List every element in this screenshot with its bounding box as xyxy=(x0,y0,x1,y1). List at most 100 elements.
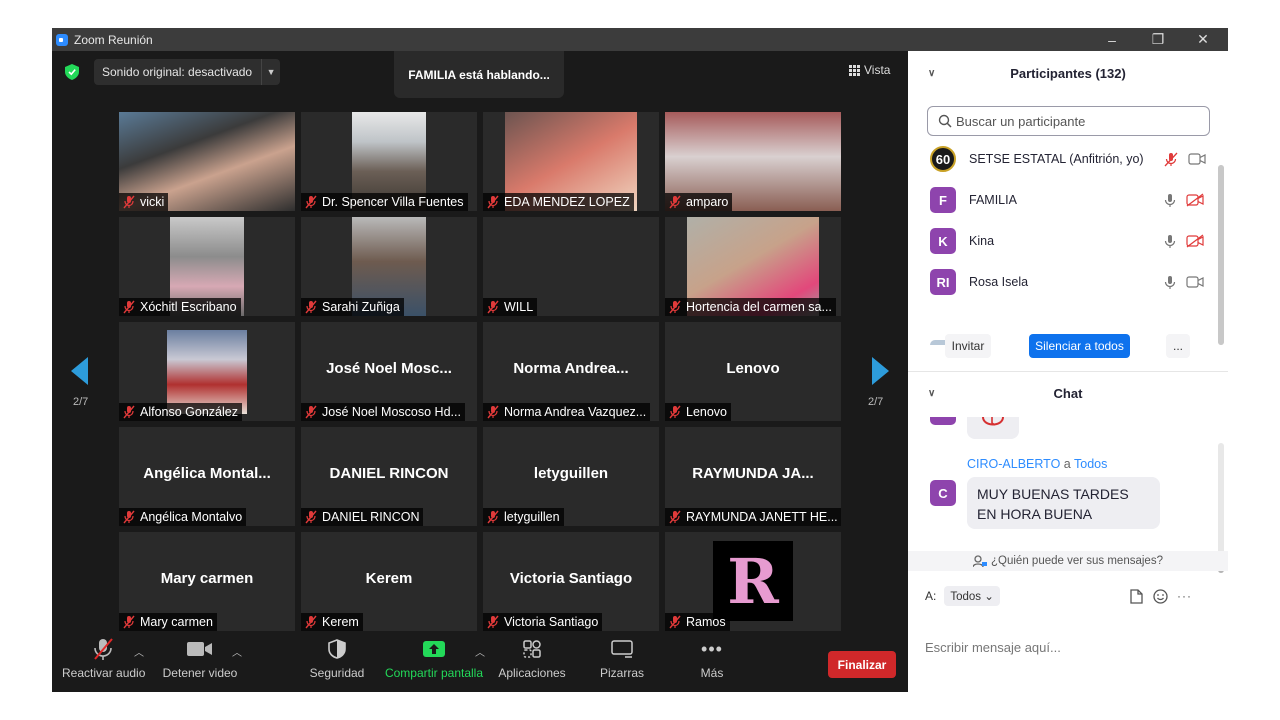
muted-mic-icon xyxy=(669,300,681,314)
chat-message-input[interactable]: Escribir mensaje aquí... xyxy=(925,640,1061,655)
minimize-button[interactable]: – xyxy=(1089,28,1135,51)
share-options-chevron-icon[interactable]: ︿ xyxy=(475,644,485,659)
video-tile[interactable]: Mary carmen Mary carmen xyxy=(119,532,295,631)
name-label: amparo xyxy=(665,193,733,211)
chat-more-icon[interactable]: ··· xyxy=(1177,589,1192,603)
participant-avatar: F xyxy=(930,187,956,213)
participant-row[interactable]: 60 SETSE ESTATAL (Anfitrión, yo) xyxy=(908,139,1208,179)
unmute-audio-label: Reactivar audio xyxy=(62,666,146,680)
video-tile[interactable]: vicki xyxy=(119,112,295,211)
apps-icon xyxy=(523,640,541,658)
video-tile[interactable]: Hortencia del carmen sa... xyxy=(665,217,841,316)
file-attach-icon[interactable] xyxy=(1130,588,1143,604)
apps-button[interactable]: Aplicaciones xyxy=(495,632,569,692)
encryption-shield-icon[interactable] xyxy=(65,64,79,80)
whiteboards-label: Pizarras xyxy=(599,666,644,680)
video-tile[interactable]: Angélica Montal... Angélica Montalvo xyxy=(119,427,295,526)
microphone-icon[interactable] xyxy=(1164,275,1176,290)
security-shield-icon xyxy=(328,639,346,659)
participant-name: Norma Andrea Vazquez... xyxy=(504,405,647,419)
participant-display-name: Kerem xyxy=(365,570,413,587)
video-options-chevron-icon[interactable]: ︿ xyxy=(232,644,242,659)
whiteboards-button[interactable]: Pizarras xyxy=(594,632,650,692)
view-label: Vista xyxy=(864,63,891,77)
participant-name: FAMILIA xyxy=(969,193,1017,207)
participant-name: vicki xyxy=(140,195,165,209)
participant-name: amparo xyxy=(686,195,729,209)
view-button[interactable]: Vista xyxy=(849,63,890,77)
chat-header[interactable]: ∨ Chat xyxy=(908,372,1228,414)
video-off-icon[interactable] xyxy=(1186,234,1204,248)
who-can-see-link[interactable]: ¿Quién puede ver sus mensajes? xyxy=(908,551,1228,571)
microphone-icon[interactable] xyxy=(1164,193,1176,208)
participant-display-name: DANIEL RINCON xyxy=(329,465,449,482)
name-label: RAYMUNDA JANETT HE... xyxy=(665,508,841,526)
participant-row[interactable]: RI Rosa Isela xyxy=(908,262,1208,302)
participants-scroll-thumb[interactable] xyxy=(1218,165,1224,345)
muted-mic-icon xyxy=(669,405,681,419)
end-meeting-button[interactable]: Finalizar xyxy=(828,651,896,678)
reaction-emoji-icon xyxy=(982,417,1004,426)
participant-row[interactable]: F FAMILIA xyxy=(908,180,1208,220)
meeting-toolbar: Reactivar audio ︿ Detener video ︿ Seguri… xyxy=(52,632,908,692)
video-tile[interactable]: Victoria Santiago Victoria Santiago xyxy=(483,532,659,631)
muted-mic-icon xyxy=(123,195,135,209)
collapse-chevron-icon[interactable]: ∨ xyxy=(928,68,935,79)
muted-microphone-icon[interactable] xyxy=(1164,152,1178,167)
participants-scrollbar[interactable] xyxy=(1218,165,1224,345)
to-label: A: xyxy=(925,589,937,603)
video-off-icon[interactable] xyxy=(1186,193,1204,207)
video-tile[interactable]: José Noel Mosc... José Noel Moscoso Hd... xyxy=(301,322,477,421)
mute-all-button[interactable]: Silenciar a todos xyxy=(1029,334,1130,358)
share-screen-button[interactable]: Compartir pantalla xyxy=(382,632,486,692)
video-tile[interactable]: Sarahi Zuñiga xyxy=(301,217,477,316)
more-button[interactable]: ••• Más xyxy=(688,632,736,692)
video-tile[interactable]: Xóchitl Escribano xyxy=(119,217,295,316)
participant-name: Alfonso González xyxy=(140,405,238,419)
zoom-window: Zoom Reunión – ❐ ✕ Sonido original: desa… xyxy=(52,28,1228,692)
video-tile[interactable]: Dr. Spencer Villa Fuentes xyxy=(301,112,477,211)
invite-button[interactable]: Invitar xyxy=(945,334,991,358)
next-page-arrow-icon[interactable] xyxy=(872,357,889,385)
stop-video-button[interactable]: Detener video xyxy=(160,632,240,692)
chevron-down-icon[interactable]: ▼ xyxy=(261,59,280,85)
video-camera-icon[interactable] xyxy=(1186,276,1204,288)
restore-button[interactable]: ❐ xyxy=(1135,28,1181,51)
audio-options-chevron-icon[interactable]: ︿ xyxy=(134,644,144,659)
participants-header[interactable]: ∨ Participantes (132) xyxy=(908,51,1228,95)
video-tile[interactable]: Kerem Kerem xyxy=(301,532,477,631)
video-tile[interactable]: DANIEL RINCON DANIEL RINCON xyxy=(301,427,477,526)
video-tile[interactable]: Norma Andrea... Norma Andrea Vazquez... xyxy=(483,322,659,421)
chat-message-bubble[interactable]: MUY BUENAS TARDES EN HORA BUENA xyxy=(967,477,1160,529)
recipient-dropdown[interactable]: Todos ⌄ xyxy=(944,586,1000,606)
video-tile[interactable]: EDA MENDEZ LOPEZ xyxy=(483,112,659,211)
muted-mic-icon xyxy=(123,300,135,314)
video-tile[interactable]: RAYMUNDA JA... RAYMUNDA JANETT HE... xyxy=(665,427,841,526)
page-indicator-right: 2/7 xyxy=(868,396,884,408)
participants-more-button[interactable]: ... xyxy=(1166,334,1190,358)
video-camera-icon[interactable] xyxy=(1188,153,1206,165)
emoji-icon[interactable] xyxy=(1153,588,1168,604)
close-button[interactable]: ✕ xyxy=(1180,28,1226,51)
name-label: vicki xyxy=(119,193,169,211)
video-tile[interactable]: R Ramos xyxy=(665,532,841,631)
unmute-audio-button[interactable]: Reactivar audio xyxy=(62,632,146,692)
chat-collapse-chevron-icon[interactable]: ∨ xyxy=(928,388,935,399)
video-tile[interactable]: letyguillen letyguillen xyxy=(483,427,659,526)
original-sound-button[interactable]: Sonido original: desactivado ▼ xyxy=(94,59,280,85)
muted-microphone-icon xyxy=(94,638,113,660)
microphone-icon[interactable] xyxy=(1164,234,1176,249)
video-tile[interactable]: Lenovo Lenovo xyxy=(665,322,841,421)
video-tile[interactable]: amparo xyxy=(665,112,841,211)
participant-display-name: Norma Andrea... xyxy=(513,360,629,377)
participant-row[interactable]: K Kina xyxy=(908,221,1208,261)
previous-page-arrow-icon[interactable] xyxy=(71,357,88,385)
chat-sender-name: CIRO-ALBERTO xyxy=(967,457,1061,471)
participant-name: Hortencia del carmen sa... xyxy=(686,300,832,314)
video-tile[interactable]: WILL xyxy=(483,217,659,316)
video-tile[interactable]: Alfonso González xyxy=(119,322,295,421)
participant-search-input[interactable]: Buscar un participante xyxy=(927,106,1210,136)
security-button[interactable]: Seguridad xyxy=(306,632,368,692)
participant-avatar: K xyxy=(930,228,956,254)
participant-name: DANIEL RINCON xyxy=(322,510,420,524)
